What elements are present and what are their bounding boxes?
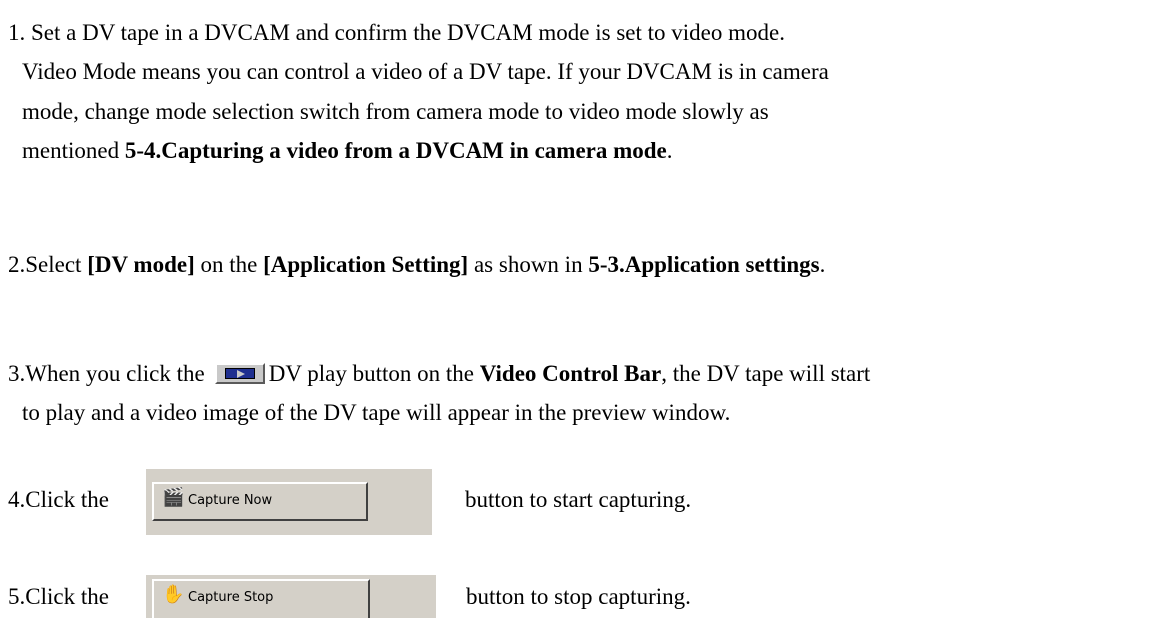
step-1-line-3: mode, change mode selection switch from … [22,97,769,127]
step-3-line-2: to play and a video image of the DV tape… [22,398,730,428]
step-2-post: . [819,252,826,277]
step-1-text-3: mode, change mode selection switch from … [22,99,769,124]
step-4-pre: 4.Click the [8,487,109,512]
capture-stop-button: ✋ Capture Stop [152,579,370,618]
dv-play-icon [214,363,265,384]
step-3-post: , the DV tape will start [661,361,871,386]
hand-icon: ✋ [162,584,185,605]
step-2-line: 2.Select [DV mode] on the [Application S… [8,250,825,280]
step-2-mid-1: on the [194,252,264,277]
step-1-line-1: 1. Set a DV tape in a DVCAM and confirm … [8,18,785,48]
step-3-video-control-bar: Video Control Bar [479,361,662,386]
step-2-mid-2: as shown in [468,252,589,277]
capture-now-button: 🎬 Capture Now [152,482,368,521]
step-3-pre: 3.When you click the [8,361,205,386]
step-1-line-4: mentioned 5-4.Capturing a video from a D… [22,136,673,166]
step-1-text-1: 1. Set a DV tape in a DVCAM and confirm … [8,20,785,45]
step-3-line-1: 3.When you click the DV play button on th… [8,359,870,389]
capture-stop-screenshot: ✋ Capture Stop [146,575,436,618]
step-1-text-2: Video Mode means you can control a video… [22,59,829,84]
step-1-text-4-post: . [666,138,673,163]
step-4-post-line: button to start capturing. [465,485,691,515]
step-3-text-2: to play and a video image of the DV tape… [22,400,731,425]
step-5-post-line: button to stop capturing. [466,582,691,612]
step-5-post: button to stop capturing. [466,584,691,609]
step-1-line-2: Video Mode means you can control a video… [22,57,829,87]
step-4-post: button to start capturing. [465,487,692,512]
step-1-reference: 5-4.Capturing a video from a DVCAM in ca… [124,138,667,163]
step-5-pre: 5.Click the [8,584,109,609]
step-1-text-4-pre: mentioned [22,138,125,163]
clapperboard-icon: 🎬 [162,487,185,508]
capture-now-label: Capture Now [188,493,273,508]
step-4-line: 4.Click the [8,485,109,515]
step-2-pre: 2.Select [8,252,88,277]
step-5-line: 5.Click the [8,582,109,612]
step-3-mid: DV play button on the [268,361,480,386]
capture-stop-label: Capture Stop [188,590,274,605]
step-2-dv-mode: [DV mode] [87,252,195,277]
capture-now-screenshot: 🎬 Capture Now [146,469,432,535]
step-2-application-setting: [Application Setting] [263,252,469,277]
step-2-reference: 5-3.Application settings [588,252,820,277]
